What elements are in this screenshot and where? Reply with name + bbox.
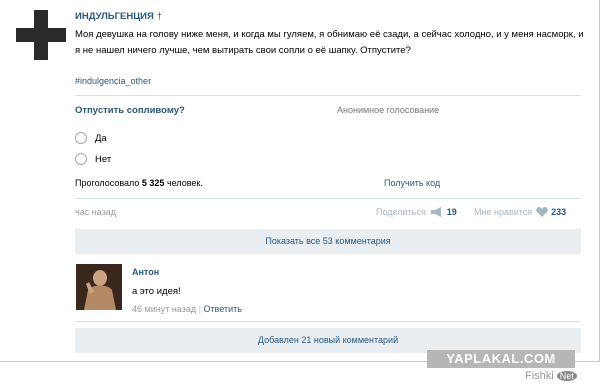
site-watermark: YAPLAKAL.COM	[427, 350, 575, 368]
votes-suffix: человек.	[166, 178, 203, 188]
like-count: 233	[551, 207, 567, 217]
comment-author[interactable]: Антон	[132, 267, 159, 277]
get-code-link[interactable]: Получить код	[384, 178, 440, 188]
brand-net: Net	[556, 371, 577, 381]
radio-button[interactable]	[75, 153, 87, 165]
share-button[interactable]: Поделиться 19	[376, 207, 457, 217]
reply-link[interactable]: Ответить	[203, 304, 241, 314]
votes-prefix: Проголосовало	[75, 178, 140, 188]
poll-option-no[interactable]: Нет	[75, 153, 111, 165]
poll-question: Отпустить сопливому?	[75, 105, 185, 116]
hashtag-link[interactable]: #indulgencia_other	[75, 76, 151, 86]
poll-option-yes[interactable]: Да	[75, 132, 107, 144]
avatar-corner	[48, 10, 66, 28]
poll-votes: Проголосовало 5 325 человек.	[75, 178, 203, 188]
comment-avatar[interactable]	[76, 264, 122, 310]
brand-text: Fishki	[525, 370, 554, 382]
poll-option-label: Нет	[95, 153, 112, 165]
avatar-corner	[48, 42, 66, 60]
comment-time[interactable]: 46 минут назад	[132, 304, 196, 314]
post-text: Моя девушка на голову ниже меня, и когда…	[75, 29, 584, 56]
brand-watermark: Fishki Net	[525, 370, 577, 382]
share-label: Поделиться	[376, 207, 426, 217]
post-time[interactable]: час назад	[75, 207, 116, 217]
divider	[75, 198, 581, 199]
like-button[interactable]: Мне нравится 233	[474, 207, 566, 217]
poll-option-label: Да	[95, 132, 107, 144]
show-all-comments-button[interactable]: Показать все 53 комментария	[75, 229, 581, 254]
radio-button[interactable]	[75, 132, 87, 144]
author-mark: †	[156, 11, 163, 22]
heart-icon	[536, 207, 549, 217]
poll-type: Анонимное голосование	[337, 105, 440, 115]
like-label: Мне нравится	[474, 207, 533, 217]
comment-meta: 46 минут назад | Ответить	[132, 304, 242, 314]
share-count: 19	[446, 207, 457, 217]
author-name[interactable]: ИНДУЛЬГЕНЦИЯ	[75, 11, 154, 22]
user-photo-icon	[76, 264, 122, 310]
community-avatar[interactable]	[16, 10, 66, 60]
comment-text: а это идея!	[132, 286, 181, 297]
post-author[interactable]: ИНДУЛЬГЕНЦИЯ †	[75, 11, 162, 22]
divider	[75, 321, 581, 322]
divider	[75, 95, 581, 96]
votes-count: 5 325	[141, 178, 165, 188]
avatar-corner	[16, 42, 34, 60]
avatar-corner	[16, 10, 34, 28]
megaphone-icon	[430, 207, 441, 217]
